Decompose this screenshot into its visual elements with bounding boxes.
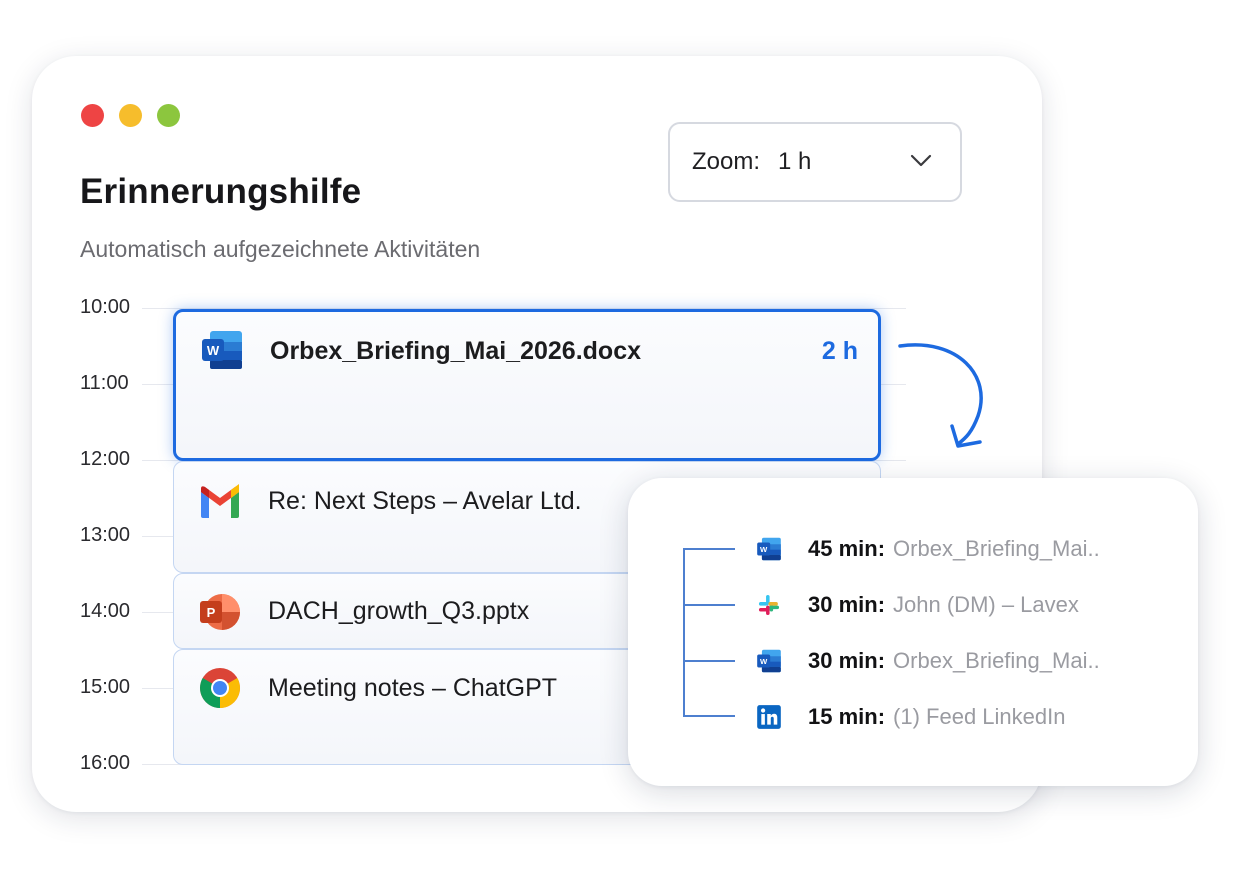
zoom-label: Zoom: (692, 148, 761, 175)
breakdown-name: (1) Feed LinkedIn (893, 704, 1066, 729)
breakdown-name: John (DM) – Lavex (893, 592, 1079, 617)
breakdown-name: Orbex_Briefing_Mai.. (893, 536, 1100, 561)
breakdown-duration: 30 min: (808, 592, 886, 617)
svg-text:P: P (207, 605, 216, 620)
curved-arrow-icon (898, 343, 983, 448)
event-label: Re: Next Steps – Avelar Ltd. (268, 487, 582, 515)
page-subtitle: Automatisch aufgezeichnete Aktivitäten (80, 236, 481, 262)
event-label: DACH_growth_Q3.pptx (268, 597, 530, 625)
event-label: Orbex_Briefing_Mai_2026.docx (270, 337, 641, 365)
breakdown-item[interactable]: W 45 min: Orbex_Briefing_Mai.. (756, 534, 1100, 564)
maximize-window-button[interactable] (157, 104, 180, 127)
tree-connector (683, 604, 735, 606)
chevron-down-icon (910, 154, 932, 167)
chrome-icon (200, 668, 240, 708)
word-icon: W (757, 649, 781, 673)
close-window-button[interactable] (81, 104, 104, 127)
svg-text:W: W (207, 343, 220, 358)
breakdown-duration: 15 min: (808, 704, 886, 729)
event-duration: 2 h (821, 337, 858, 365)
breakdown-duration: 30 min: (808, 648, 886, 673)
breakdown-item[interactable]: 30 min: John (DM) – Lavex (756, 590, 1079, 620)
time-label: 11:00 (80, 372, 129, 394)
zoom-value: 1 h (778, 148, 812, 175)
linkedin-icon (757, 705, 781, 729)
timeline-event-word[interactable]: W Orbex_Briefing_Mai_2026.docx 2 h (173, 309, 881, 461)
time-label: 10:00 (80, 296, 131, 318)
word-icon: W (202, 331, 242, 369)
tree-connector (683, 715, 735, 717)
svg-text:W: W (760, 545, 768, 554)
breakdown-item[interactable]: 15 min: (1) Feed LinkedIn (756, 702, 1065, 732)
time-label: 12:00 (80, 448, 131, 470)
powerpoint-icon: P (200, 594, 240, 630)
tree-connector (683, 548, 735, 550)
time-label: 13:00 (80, 524, 131, 546)
event-label: Meeting notes – ChatGPT (268, 674, 558, 702)
gmail-icon (201, 484, 239, 518)
tree-connector (683, 548, 685, 716)
zoom-select[interactable]: Zoom: 1 h (668, 122, 962, 202)
breakdown-duration: 45 min: (808, 536, 886, 561)
minimize-window-button[interactable] (119, 104, 142, 127)
activity-breakdown-popup: W 45 min: Orbex_Briefing_Mai.. 30 min: J… (628, 478, 1198, 786)
svg-text:W: W (760, 657, 768, 666)
breakdown-item[interactable]: W 30 min: Orbex_Briefing_Mai.. (756, 646, 1100, 676)
slack-icon (758, 594, 780, 616)
breakdown-name: Orbex_Briefing_Mai.. (893, 648, 1100, 673)
time-label: 16:00 (80, 752, 131, 774)
page-title: Erinnerungshilfe (80, 172, 362, 211)
time-label: 14:00 (80, 600, 131, 622)
tree-connector (683, 660, 735, 662)
time-label: 15:00 (80, 676, 131, 698)
word-icon: W (757, 537, 781, 561)
